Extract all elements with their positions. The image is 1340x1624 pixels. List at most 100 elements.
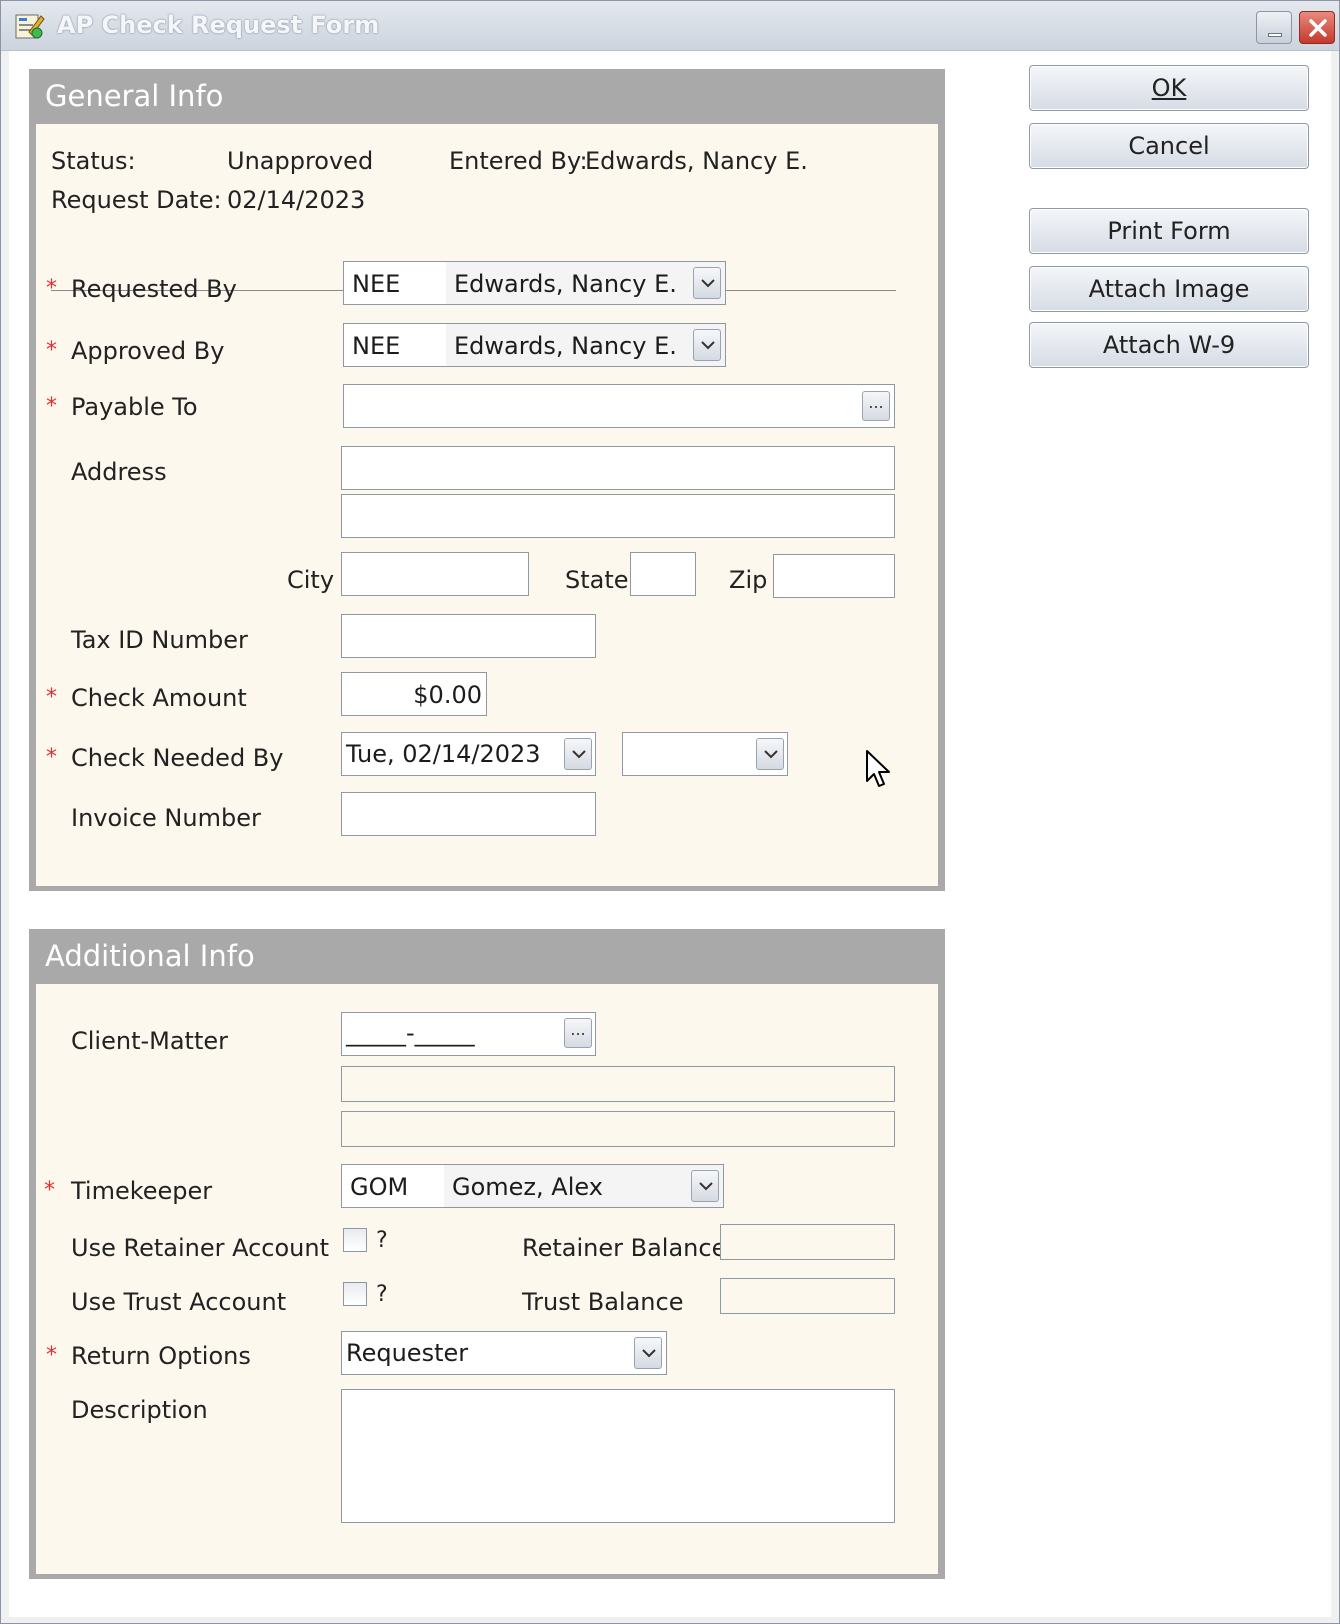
timekeeper-code: GOM xyxy=(350,1173,409,1201)
retainer-balance-field xyxy=(720,1224,895,1260)
client-matter-description-1 xyxy=(341,1066,895,1102)
zip-label: Zip xyxy=(729,566,768,594)
approved-by-combo[interactable]: NEE Edwards, Nancy E. xyxy=(343,323,726,367)
invoice-number-label: Invoice Number xyxy=(71,804,261,832)
client-matter-input[interactable]: _____-_____ ... xyxy=(341,1012,596,1056)
timekeeper-combo[interactable]: GOM Gomez, Alex xyxy=(341,1164,724,1208)
general-info-header: General Info xyxy=(45,79,224,113)
requested-by-label: Requested By xyxy=(71,275,237,303)
return-options-dropdown-button[interactable] xyxy=(634,1337,662,1369)
requested-by-name: Edwards, Nancy E. xyxy=(454,270,677,298)
check-amount-input[interactable]: $0.00 xyxy=(341,672,487,716)
status-value: Unapproved xyxy=(227,147,374,175)
dropdown-arrow-icon xyxy=(764,750,778,759)
client-matter-label: Client-Matter xyxy=(71,1027,229,1055)
title-bar[interactable]: AP Check Request Form xyxy=(1,1,1339,51)
minimize-icon xyxy=(1268,33,1282,37)
city-label: City xyxy=(287,566,335,594)
timekeeper-dropdown-button[interactable] xyxy=(691,1170,719,1202)
attach-w9-button[interactable]: Attach W-9 xyxy=(1029,322,1309,368)
required-marker: * xyxy=(46,745,57,770)
description-textarea[interactable] xyxy=(341,1389,895,1523)
required-marker: * xyxy=(46,338,57,363)
client-matter-description-2 xyxy=(341,1111,895,1147)
attach-image-button[interactable]: Attach Image xyxy=(1029,266,1309,312)
requested-by-code: NEE xyxy=(352,270,401,298)
status-label: Status: xyxy=(51,147,136,175)
general-info-panel: General Info Status: Unapproved Entered … xyxy=(29,69,945,891)
city-input[interactable] xyxy=(341,552,529,596)
use-trust-checkbox[interactable] xyxy=(343,1282,367,1306)
check-needed-by-date: Tue, 02/14/2023 xyxy=(346,740,541,768)
zip-input[interactable] xyxy=(773,554,895,598)
payable-to-lookup-button[interactable]: ... xyxy=(862,391,890,421)
additional-info-panel: Additional Info Client-Matter _____-____… xyxy=(29,929,945,1579)
address-line2-input[interactable] xyxy=(341,494,895,538)
close-button[interactable] xyxy=(1299,11,1335,44)
requested-by-combo[interactable]: NEE Edwards, Nancy E. xyxy=(343,261,726,305)
client-matter-value: _____-_____ xyxy=(346,1019,475,1047)
check-needed-by-label: Check Needed By xyxy=(71,744,284,772)
ok-label: OK xyxy=(1151,74,1187,102)
state-input[interactable] xyxy=(630,552,696,596)
additional-info-header: Additional Info xyxy=(45,939,255,973)
close-icon xyxy=(1309,19,1327,37)
entered-by-label: Entered By: xyxy=(449,147,588,175)
client-matter-lookup-button[interactable]: ... xyxy=(564,1018,592,1048)
use-trust-help[interactable]: ? xyxy=(376,1282,388,1307)
invoice-number-input[interactable] xyxy=(341,792,596,836)
general-info-body: Status: Unapproved Entered By: Edwards, … xyxy=(36,124,938,886)
required-marker: * xyxy=(46,685,57,710)
request-date-label: Request Date: xyxy=(51,186,222,214)
ellipsis-icon: ... xyxy=(868,393,884,412)
check-needed-by-second-select[interactable] xyxy=(622,732,788,776)
trust-balance-label: Trust Balance xyxy=(522,1288,684,1316)
check-needed-by-date-picker[interactable]: Tue, 02/14/2023 xyxy=(341,732,596,776)
payable-to-label: Payable To xyxy=(71,393,198,421)
timekeeper-label: Timekeeper xyxy=(71,1177,213,1205)
requested-by-dropdown-button[interactable] xyxy=(693,267,721,299)
check-needed-by-dropdown-button[interactable] xyxy=(564,738,592,770)
address-label: Address xyxy=(71,458,167,486)
description-label: Description xyxy=(71,1396,208,1424)
app-icon xyxy=(15,12,45,40)
required-marker: * xyxy=(44,1178,55,1203)
cancel-button[interactable]: Cancel xyxy=(1029,123,1309,169)
approved-by-code: NEE xyxy=(352,332,401,360)
retainer-balance-label: Retainer Balance xyxy=(522,1234,727,1262)
window-title: AP Check Request Form xyxy=(57,11,380,39)
dropdown-arrow-icon xyxy=(701,279,715,288)
approved-by-dropdown-button[interactable] xyxy=(693,329,721,361)
use-retainer-label: Use Retainer Account xyxy=(71,1234,329,1262)
address-line1-input[interactable] xyxy=(341,446,895,490)
mouse-cursor-icon xyxy=(866,750,890,787)
request-date-value: 02/14/2023 xyxy=(227,186,366,214)
form-client-area: General Info Status: Unapproved Entered … xyxy=(9,51,1331,1617)
dropdown-arrow-icon xyxy=(699,1182,713,1191)
return-options-select[interactable]: Requester xyxy=(341,1331,667,1375)
tax-id-input[interactable] xyxy=(341,614,596,658)
additional-info-body: Client-Matter _____-_____ ... * Timekeep… xyxy=(36,984,938,1574)
ellipsis-icon: ... xyxy=(570,1020,586,1039)
ok-button[interactable]: OK xyxy=(1029,65,1309,111)
use-retainer-help[interactable]: ? xyxy=(376,1228,388,1253)
ap-check-request-window: AP Check Request Form General Info Statu… xyxy=(0,0,1340,1624)
trust-balance-field xyxy=(720,1278,895,1314)
attach-w9-label: Attach W-9 xyxy=(1102,331,1236,359)
dropdown-arrow-icon xyxy=(642,1349,656,1358)
dropdown-arrow-icon xyxy=(701,341,715,350)
required-marker: * xyxy=(46,276,57,301)
return-options-label: Return Options xyxy=(71,1342,251,1370)
use-trust-label: Use Trust Account xyxy=(71,1288,287,1316)
return-options-value: Requester xyxy=(346,1339,469,1367)
payable-to-input[interactable]: ... xyxy=(343,384,895,428)
minimize-button[interactable] xyxy=(1256,11,1292,44)
print-form-button[interactable]: Print Form xyxy=(1029,208,1309,254)
required-marker: * xyxy=(46,394,57,419)
print-form-label: Print Form xyxy=(1107,217,1231,245)
use-retainer-checkbox[interactable] xyxy=(343,1228,367,1252)
approved-by-label: Approved By xyxy=(71,337,225,365)
check-needed-by-second-dropdown-button[interactable] xyxy=(756,738,784,770)
check-amount-label: Check Amount xyxy=(71,684,247,712)
approved-by-name: Edwards, Nancy E. xyxy=(454,332,677,360)
